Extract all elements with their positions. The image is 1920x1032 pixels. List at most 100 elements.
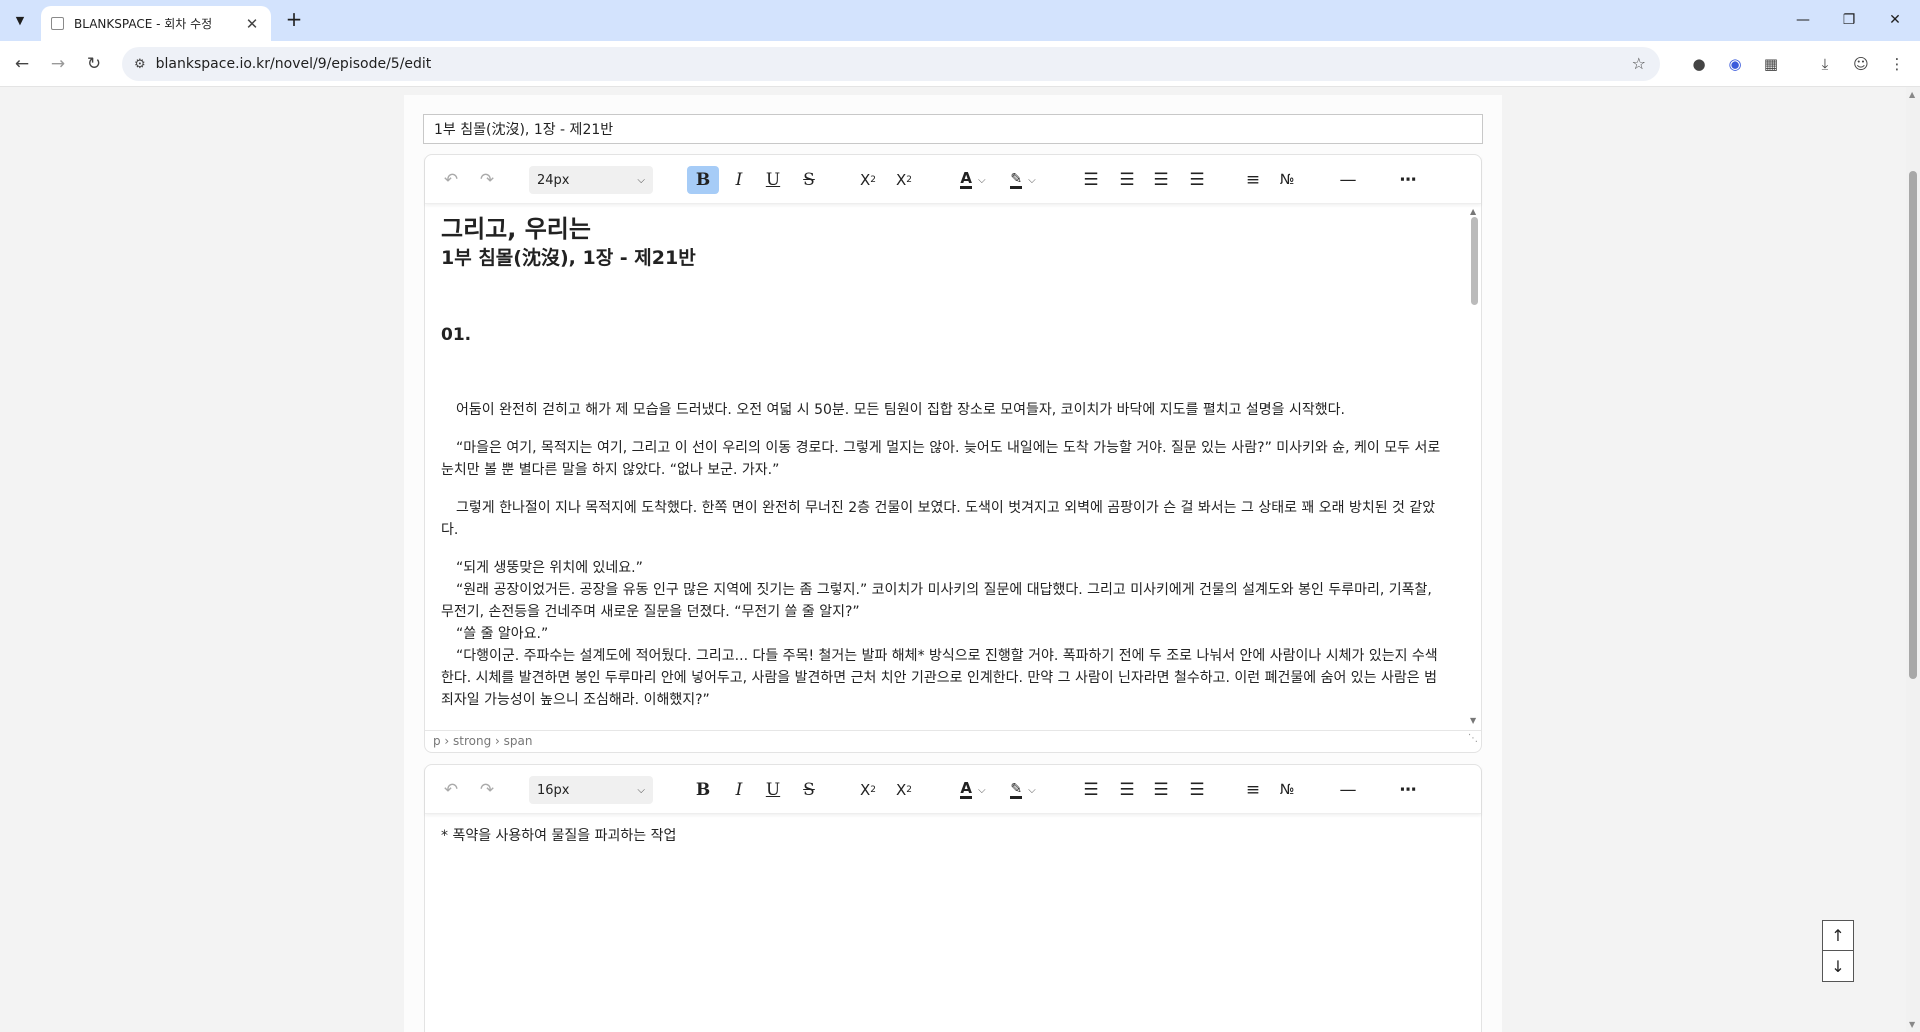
bold-button[interactable]: B <box>687 776 719 804</box>
redo-icon[interactable]: ↷ <box>473 166 501 194</box>
numbered-list-icon[interactable]: № <box>1273 776 1301 804</box>
editor-statusbar: p › strong › span ⋱ <box>425 730 1481 752</box>
align-left-icon[interactable]: ☰ <box>1077 166 1105 194</box>
paragraph: “쓸 줄 알아요.” <box>456 626 549 642</box>
page-scroll-down-icon[interactable]: ▼ <box>1909 1020 1915 1029</box>
site-info-icon[interactable]: ⚙ <box>134 57 146 72</box>
italic-button[interactable]: I <box>725 166 753 194</box>
tab-strip: ▼ BLANKSPACE - 회차 수정 ✕ + — ❐ ✕ <box>0 0 1920 41</box>
align-right-icon[interactable]: ☰ <box>1147 166 1175 194</box>
redo-icon[interactable]: ↷ <box>473 776 501 804</box>
bookmark-star-icon[interactable]: ☆ <box>1632 54 1646 73</box>
minimize-icon[interactable]: — <box>1780 6 1826 34</box>
footnote-content[interactable]: * 폭약을 사용하여 물질을 파괴하는 작업 <box>441 825 676 845</box>
url-text[interactable]: blankspace.io.kr/novel/9/episode/5/edit <box>156 56 432 72</box>
reload-icon[interactable]: ↻ <box>81 51 107 77</box>
highlight-color-button[interactable]: ✎ ⌵ <box>1001 776 1045 804</box>
resize-handle-icon[interactable]: ⋱ <box>1468 728 1478 749</box>
align-left-icon[interactable]: ☰ <box>1077 776 1105 804</box>
text-color-button[interactable]: A ⌵ <box>951 166 995 194</box>
font-size-value: 24px <box>537 172 570 188</box>
forward-arrow-icon[interactable]: → <box>45 51 71 77</box>
address-bar[interactable]: ⚙ blankspace.io.kr/novel/9/episode/5/edi… <box>122 47 1660 81</box>
strikethrough-button[interactable]: S <box>795 166 823 194</box>
editor-content-area[interactable]: 그리고, 우리는 1부 침몰(沈沒), 1장 - 제21반 01. 어둠이 완전… <box>441 213 1441 711</box>
editor-toolbar: ↶ ↷ 24px ⌵ B I U S X2 X2 A ⌵ ✎ ⌵ ☰ ☰ ☰ ☰ ≡… <box>425 155 1481 204</box>
highlighter-icon: ✎ <box>1010 170 1023 189</box>
font-size-value: 16px <box>537 782 570 798</box>
text-color-icon: A <box>960 169 972 189</box>
paragraph: “다행이군. 주파수는 설계도에 적어뒀다. 그리고... 다들 주목! 철거는… <box>441 648 1438 708</box>
element-path: p › strong › span <box>433 734 533 748</box>
chevron-down-icon: ⌵ <box>637 784 645 796</box>
editor-scrollbar[interactable]: ▲ ▼ <box>1469 207 1479 725</box>
main-content-editor: ↶ ↷ 24px ⌵ B I U S X2 X2 A ⌵ ✎ ⌵ ☰ ☰ ☰ ☰ ≡… <box>424 154 1482 753</box>
font-size-select[interactable]: 16px ⌵ <box>529 776 653 804</box>
window-close-icon[interactable]: ✕ <box>1872 6 1918 34</box>
back-arrow-icon[interactable]: ← <box>9 51 35 77</box>
horizontal-line-icon[interactable]: — <box>1333 166 1363 194</box>
extensions-puzzle-icon[interactable]: ▦ <box>1760 53 1782 75</box>
text-color-button[interactable]: A ⌵ <box>951 776 995 804</box>
paragraph: “마을은 여기, 목적지는 여기, 그리고 이 선이 우리의 이동 경로다. 그… <box>441 440 1441 478</box>
superscript-button[interactable]: X2 <box>853 776 883 804</box>
download-icon[interactable]: ⤓ <box>1814 53 1836 75</box>
align-justify-icon[interactable]: ☰ <box>1183 166 1211 194</box>
underline-button[interactable]: U <box>759 166 787 194</box>
extension-blue-icon[interactable]: ◉ <box>1724 53 1746 75</box>
bold-button[interactable]: B <box>687 166 719 194</box>
tab-search-button[interactable]: ▼ <box>8 8 32 32</box>
tab-close-icon[interactable]: ✕ <box>243 15 261 33</box>
more-options-icon[interactable]: ⋯ <box>1393 166 1423 194</box>
browser-menu-icon[interactable]: ⋮ <box>1886 53 1908 75</box>
scroll-to-bottom-arrow-icon[interactable]: ↓ <box>1823 951 1853 981</box>
subscript-button[interactable]: X2 <box>889 166 919 194</box>
italic-button[interactable]: I <box>725 776 753 804</box>
episode-title-input[interactable] <box>423 114 1483 144</box>
more-options-icon[interactable]: ⋯ <box>1393 776 1423 804</box>
scroll-to-top-arrow-icon[interactable]: ↑ <box>1823 921 1853 951</box>
scroll-controls: ↑ ↓ <box>1822 920 1854 982</box>
font-size-select[interactable]: 24px ⌵ <box>529 166 653 194</box>
footnote-editor-toolbar: ↶ ↷ 16px ⌵ B I U S X2 X2 A ⌵ ✎ ⌵ ☰ ☰ ☰ ☰ ≡… <box>425 765 1481 814</box>
scroll-up-arrow-icon[interactable]: ▲ <box>1470 207 1476 216</box>
section-number: 01. <box>441 325 472 345</box>
undo-icon[interactable]: ↶ <box>437 166 465 194</box>
new-tab-button[interactable]: + <box>282 8 306 32</box>
content-heading-subtitle: 1부 침몰(沈沒), 1장 - 제21반 <box>441 247 696 269</box>
bullet-list-icon[interactable]: ≡ <box>1239 166 1267 194</box>
superscript-button[interactable]: X2 <box>853 166 883 194</box>
footnote-editor: ↶ ↷ 16px ⌵ B I U S X2 X2 A ⌵ ✎ ⌵ ☰ ☰ ☰ ☰ ≡… <box>424 764 1482 1032</box>
text-color-icon: A <box>960 779 972 799</box>
align-center-icon[interactable]: ☰ <box>1113 166 1141 194</box>
highlight-color-button[interactable]: ✎ ⌵ <box>1001 166 1045 194</box>
tab-title: BLANKSPACE - 회차 수정 <box>74 17 213 31</box>
align-center-icon[interactable]: ☰ <box>1113 776 1141 804</box>
subscript-button[interactable]: X2 <box>889 776 919 804</box>
paragraph: 어둠이 완전히 걷히고 해가 제 모습을 드러냈다. 오전 여덟 시 50분. … <box>456 402 1345 418</box>
paragraph: 그렇게 한나절이 지나 목적지에 도착했다. 한쪽 면이 완전히 무너진 2층 … <box>441 500 1436 538</box>
extension-dark-icon[interactable]: ● <box>1688 53 1710 75</box>
undo-icon[interactable]: ↶ <box>437 776 465 804</box>
chevron-down-icon: ⌵ <box>637 174 645 186</box>
scroll-down-arrow-icon[interactable]: ▼ <box>1470 716 1476 725</box>
active-tab[interactable]: BLANKSPACE - 회차 수정 ✕ <box>41 6 271 41</box>
editor-scroll-thumb[interactable] <box>1471 217 1478 305</box>
page-scroll-up-icon[interactable]: ▲ <box>1909 90 1915 99</box>
paragraph: “되게 생뚱맞은 위치에 있네요.” <box>456 560 643 576</box>
bullet-list-icon[interactable]: ≡ <box>1239 776 1267 804</box>
horizontal-line-icon[interactable]: — <box>1333 776 1363 804</box>
content-heading-title: 그리고, 우리는 <box>441 215 591 243</box>
restore-icon[interactable]: ❐ <box>1826 6 1872 34</box>
page-scrollbar[interactable]: ▲ ▼ <box>1906 87 1920 1032</box>
strikethrough-button[interactable]: S <box>795 776 823 804</box>
numbered-list-icon[interactable]: № <box>1273 166 1301 194</box>
profile-avatar-icon[interactable]: ☺ <box>1850 53 1872 75</box>
page-favicon-icon <box>51 17 64 30</box>
align-right-icon[interactable]: ☰ <box>1147 776 1175 804</box>
paragraph: “원래 공장이었거든. 공장을 유동 인구 많은 지역에 짓기는 좀 그렇지.”… <box>441 582 1432 620</box>
align-justify-icon[interactable]: ☰ <box>1183 776 1211 804</box>
underline-button[interactable]: U <box>759 776 787 804</box>
browser-toolbar: ← → ↻ ⚙ blankspace.io.kr/novel/9/episode… <box>0 41 1920 87</box>
page-scroll-thumb[interactable] <box>1909 171 1917 679</box>
